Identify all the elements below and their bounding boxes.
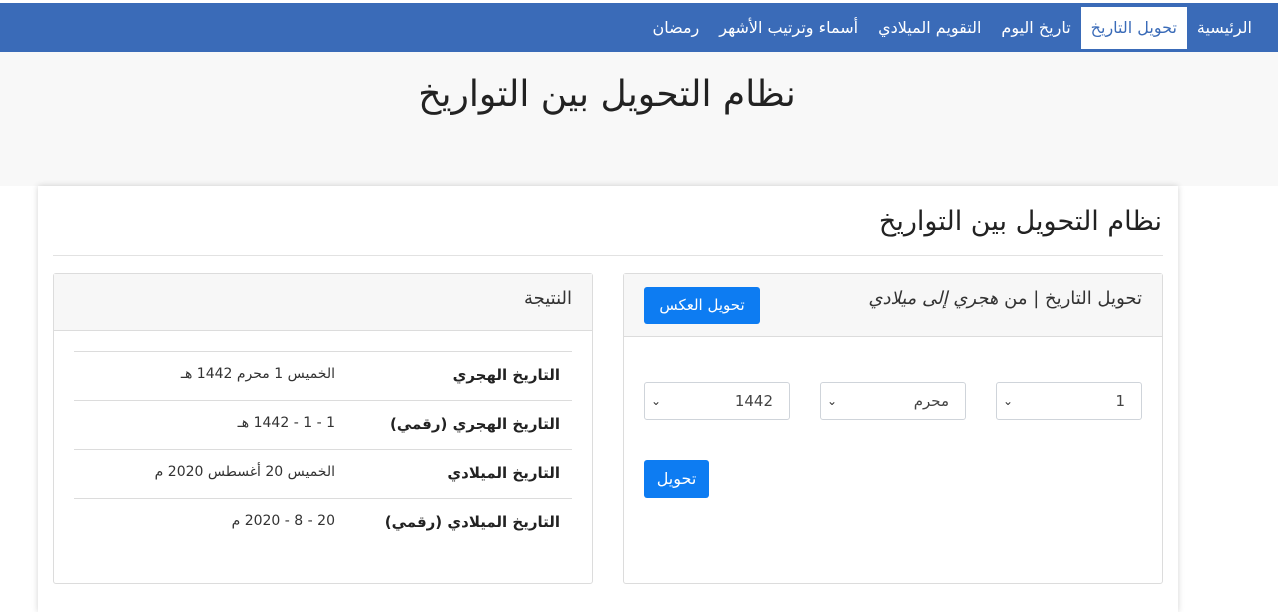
nav-item-today-date[interactable]: تاريخ اليوم <box>991 7 1080 49</box>
chevron-down-icon: ⌄ <box>827 394 838 408</box>
title-divider <box>53 255 1163 256</box>
year-select[interactable]: 1442 ⌄ <box>644 382 790 420</box>
nav-list: الرئيسية تحويل التاريخ تاريخ اليوم التقو… <box>642 3 1262 52</box>
converter-panel: تحويل التاريخ | من هجري إلى ميلادي تحويل… <box>623 273 1163 584</box>
hero-banner: نظام التحويل بين التواريخ <box>0 52 1278 186</box>
chevron-down-icon: ⌄ <box>1003 394 1014 408</box>
nav-item-gregorian-calendar[interactable]: التقويم الميلادي <box>868 7 991 49</box>
swap-direction-button[interactable]: تحويل العكس <box>644 287 760 324</box>
converter-title-prefix: تحويل التاريخ | من <box>1004 288 1142 309</box>
main-card: نظام التحويل بين التواريخ تحويل التاريخ … <box>38 186 1178 612</box>
result-label: التاريخ الهجري (رقمي) <box>389 415 560 433</box>
day-select-value: 1 <box>1115 392 1125 410</box>
result-value: الخميس 1 محرم 1442 هـ <box>180 366 335 382</box>
year-select-value: 1442 <box>734 392 773 410</box>
result-label: التاريخ الميلادي (رقمي) <box>384 513 560 531</box>
result-title: النتيجة <box>523 288 572 309</box>
navbar: الرئيسية تحويل التاريخ تاريخ اليوم التقو… <box>0 3 1278 52</box>
hero-title: نظام التحويل بين التواريخ <box>418 74 796 115</box>
result-value: 1 - 1 - 1442 هـ <box>237 415 335 431</box>
page-title: نظام التحويل بين التواريخ <box>878 206 1162 237</box>
nav-item-ramadan[interactable]: رمضان <box>642 7 709 49</box>
result-label: التاريخ الهجري <box>452 366 560 384</box>
day-select[interactable]: 1 ⌄ <box>996 382 1142 420</box>
converter-panel-header: تحويل التاريخ | من هجري إلى ميلادي تحويل… <box>624 274 1162 337</box>
nav-item-month-names[interactable]: أسماء وترتيب الأشهر <box>709 7 868 49</box>
converter-title-direction: هجري إلى ميلادي <box>868 288 999 309</box>
result-panel-header: النتيجة <box>54 274 592 331</box>
convert-button[interactable]: تحويل <box>644 460 709 498</box>
result-row-gregorian: التاريخ الميلادي الخميس 20 أغسطس 2020 م <box>74 449 572 498</box>
result-label: التاريخ الميلادي <box>447 464 560 482</box>
converter-title: تحويل التاريخ | من هجري إلى ميلادي <box>868 288 1142 309</box>
result-row-hijri-numeric: التاريخ الهجري (رقمي) 1 - 1 - 1442 هـ <box>74 400 572 449</box>
month-select-value: محرم <box>913 392 949 410</box>
result-panel: النتيجة التاريخ الهجري الخميس 1 محرم 144… <box>53 273 593 584</box>
month-select[interactable]: محرم ⌄ <box>820 382 966 420</box>
result-row-gregorian-numeric: التاريخ الميلادي (رقمي) 20 - 8 - 2020 م <box>74 498 572 547</box>
result-list: التاريخ الهجري الخميس 1 محرم 1442 هـ الت… <box>74 351 572 547</box>
nav-item-date-conversion[interactable]: تحويل التاريخ <box>1080 6 1187 49</box>
chevron-down-icon: ⌄ <box>651 394 662 408</box>
result-value: الخميس 20 أغسطس 2020 م <box>154 464 335 480</box>
result-value: 20 - 8 - 2020 م <box>231 513 335 529</box>
result-row-hijri: التاريخ الهجري الخميس 1 محرم 1442 هـ <box>74 351 572 400</box>
nav-item-home[interactable]: الرئيسية <box>1187 7 1262 49</box>
